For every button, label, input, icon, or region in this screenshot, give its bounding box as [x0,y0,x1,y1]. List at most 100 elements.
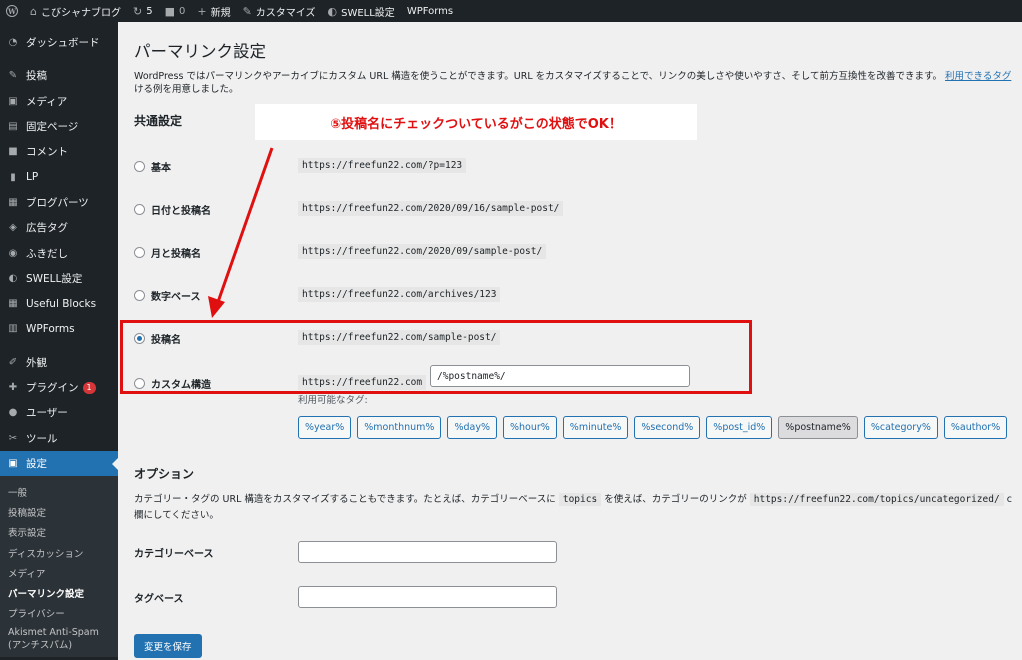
tag-button-second[interactable]: %second% [634,416,701,439]
updates-icon: ↻ [132,4,143,18]
radio-button[interactable] [134,290,145,301]
parts-icon: ▦ [8,196,18,208]
comments-menu[interactable]: ■ 0 [159,0,192,22]
category-base-label: カテゴリーベース [134,549,214,560]
sidebar-item-label: Useful Blocks [26,297,97,310]
annotation-highlight-box [120,320,752,394]
sidebar-item-5[interactable]: ▮ LP [0,164,118,189]
options-code-url: https://freefun22.com/topics/uncategoriz… [749,493,1004,506]
admin-bar: W ⌂ こびシャナブログ ↻ 5 ■ 0 + 新規 ✎ カスタマイズ ◐ SWELL設定 W… [0,0,1022,22]
swell-icon: ◐ [327,4,338,18]
sidebar-item-label: ダッシュボード [26,37,100,50]
sidebar-item-label: LP [26,171,39,184]
sidebar-item-13[interactable]: ✚ プラグイン 1 [0,375,118,400]
radio-button[interactable] [134,161,145,172]
plus-icon: + [197,4,207,18]
tag-base-label: タグベース [134,594,184,605]
wp-logo-menu[interactable]: W [0,0,24,22]
permalink-option-3[interactable]: 数字ベース [134,288,201,303]
tag-button-author[interactable]: %author% [943,416,1008,439]
tag-button-category[interactable]: %category% [863,416,938,439]
sidebar-item-label: 固定ページ [26,121,79,134]
sidebar-item-6[interactable]: ▦ ブログパーツ [0,190,118,215]
permalink-option-label: 基本 [151,163,171,174]
sidebar-item-label: 広告タグ [26,222,68,235]
category-base-input[interactable] [298,541,557,563]
page-title: パーマリンク設定 [134,42,266,61]
sidebar-item-3[interactable]: ▤ 固定ページ [0,114,118,139]
common-settings-heading: 共通設定 [134,114,183,128]
permalink-option-0[interactable]: 基本 [134,159,171,174]
tag-button-minute[interactable]: %minute% [562,416,629,439]
swell-menu[interactable]: ◐ SWELL設定 [322,0,401,22]
submenu-item-0[interactable]: 一般 [0,482,118,502]
available-tags-label: 利用可能なタグ: [298,395,368,406]
wordpress-logo-icon: W [6,5,18,17]
new-content-menu[interactable]: + 新規 [191,0,236,22]
appearance-icon: ✐ [8,356,18,368]
plugin-icon: ✚ [8,382,18,393]
sidebar-item-11[interactable]: ▥ WPForms [0,316,118,341]
sidebar-item-2[interactable]: ▣ メディア [0,89,118,114]
submenu-item-5[interactable]: パーマリンク設定 [0,583,118,603]
sidebar-item-label: WPForms [26,322,75,335]
sidebar-item-label: プラグイン [26,382,79,394]
intro-text: WordPress ではパーマリンクやアーカイブにカスタム URL 構造を使うこ… [134,70,1022,96]
sidebar-item-label: ユーザー [26,407,68,420]
tag-button-postname[interactable]: %postname% [778,416,858,439]
home-icon: ⌂ [30,4,37,18]
sidebar-item-10[interactable]: ▦ Useful Blocks [0,291,118,316]
sidebar-item-14[interactable]: ● ユーザー [0,400,118,425]
site-name-menu[interactable]: ⌂ こびシャナブログ [24,0,127,22]
permalink-option-label: 日付と投稿名 [151,206,211,217]
available-tags-link[interactable]: 利用できるタグ [945,71,1011,82]
customize-label: カスタマイズ [255,7,316,19]
customize-menu[interactable]: ✎ カスタマイズ [237,0,322,22]
submenu-item-1[interactable]: 投稿設定 [0,502,118,522]
dashboard-icon: ◔ [8,37,18,49]
sidebar-item-0[interactable]: ◔ ダッシュボード [0,30,118,55]
tag-button-monthnum[interactable]: %monthnum% [357,416,442,439]
radio-button[interactable] [134,204,145,215]
sidebar-item-label: ツール [26,432,58,445]
ad-icon: ◈ [9,222,17,234]
sidebar-item-8[interactable]: ◉ ふきだし [0,240,118,265]
permalink-example-url: https://freefun22.com/2020/09/sample-pos… [298,244,547,259]
sidebar-item-label: メディア [26,95,68,108]
tag-button-hour[interactable]: %hour% [502,416,557,439]
options-text-3: c [1006,494,1012,505]
updates-menu[interactable]: ↻ 5 [127,0,159,22]
tag-button-post_id[interactable]: %post_id% [706,416,773,439]
permalink-option-1[interactable]: 日付と投稿名 [134,202,211,217]
sidebar-item-16[interactable]: ▣ 設定 [0,450,118,477]
tag-base-input[interactable] [298,586,557,608]
sidebar-item-label: 投稿 [26,70,47,83]
site-name: こびシャナブログ [40,7,121,19]
sidebar-item-label: 外観 [26,356,47,369]
save-changes-button[interactable]: 変更を保存 [134,634,202,658]
submenu-item-7[interactable]: Akismet Anti-Spam (アンチスパム) [0,623,118,653]
tag-button-day[interactable]: %day% [447,416,497,439]
submenu-item-6[interactable]: プライバシー [0,603,118,623]
options-text-4: 欄にしてください。 [134,510,219,521]
submenu-item-3[interactable]: ディスカッション [0,543,118,563]
wpforms-menu[interactable]: WPForms [401,0,459,22]
submenu-item-2[interactable]: 表示設定 [0,522,118,542]
submenu-item-4[interactable]: メディア [0,563,118,583]
sidebar-item-7[interactable]: ◈ 広告タグ [0,215,118,240]
sidebar-item-12[interactable]: ✐ 外観 [0,350,118,375]
sidebar-item-15[interactable]: ✂ ツール [0,425,118,450]
updates-count: 5 [146,5,153,17]
radio-button[interactable] [134,247,145,258]
sidebar-item-4[interactable]: ■ コメント [0,139,118,164]
permalink-option-label: 月と投稿名 [151,249,201,260]
sidebar-item-label: コメント [26,146,68,159]
permalink-option-2[interactable]: 月と投稿名 [134,245,201,260]
tag-button-year[interactable]: %year% [298,416,352,439]
sidebar-item-label: SWELL設定 [26,272,83,285]
wpforms-icon: ▥ [8,323,18,335]
blocks-icon: ▦ [8,298,18,310]
sidebar-item-1[interactable]: ✎ 投稿 [0,63,118,88]
sidebar-item-9[interactable]: ◐ SWELL設定 [0,266,118,291]
page-icon: ▤ [8,121,18,133]
